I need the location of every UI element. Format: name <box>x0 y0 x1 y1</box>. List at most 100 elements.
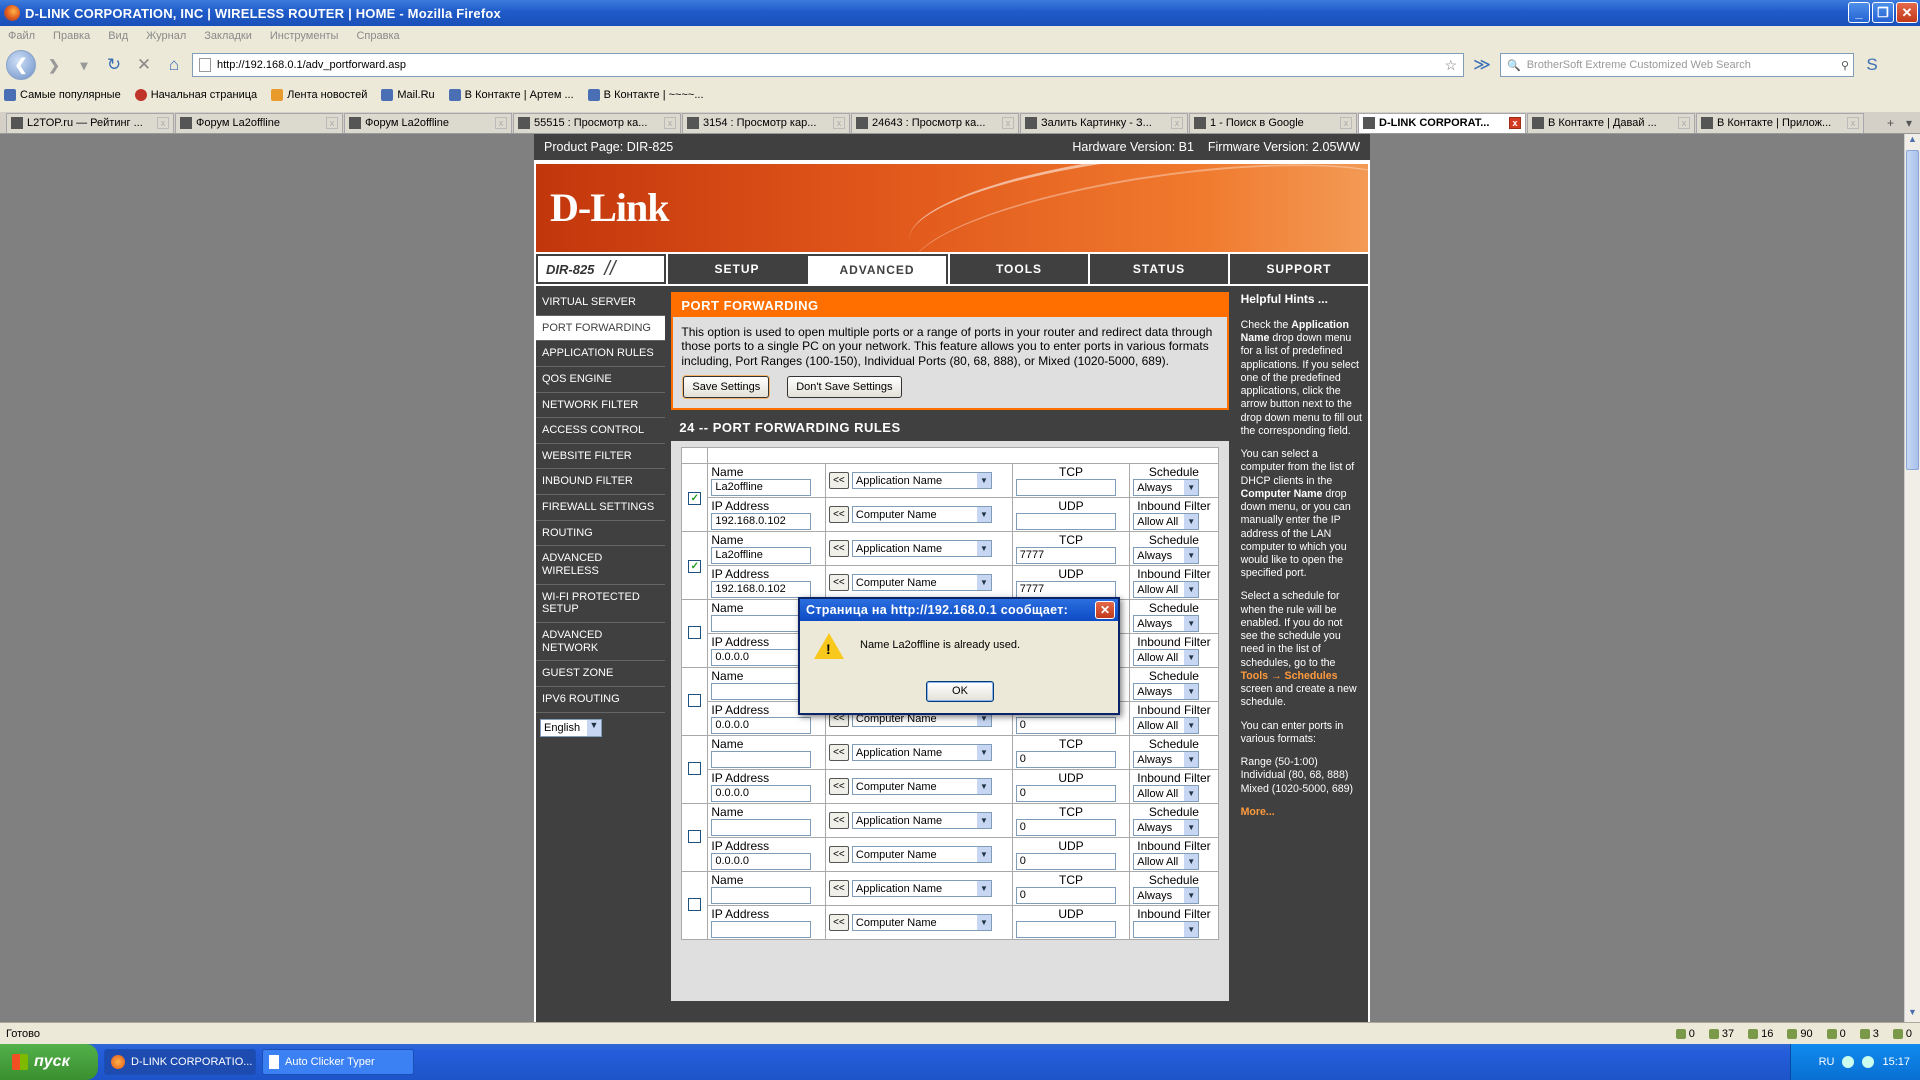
ip-address-input[interactable] <box>711 921 812 939</box>
history-dropdown-icon[interactable]: ▾ <box>72 53 96 77</box>
inbound-filter-select[interactable]: Allow All ▼ <box>1133 581 1200 599</box>
dialog-close-button[interactable]: ✕ <box>1095 601 1115 619</box>
schedule-select[interactable]: Always ▼ <box>1133 683 1200 701</box>
inbound-filter-select[interactable]: Allow All ▼ <box>1133 785 1200 803</box>
rule-enable-checkbox[interactable]: ✓ <box>688 560 702 574</box>
rule-enable-checkbox[interactable] <box>688 625 702 639</box>
fill-arrow-button[interactable]: << <box>828 812 849 830</box>
maximize-button[interactable]: ❐ <box>1872 2 1894 23</box>
tcp-ports-input[interactable]: 0 <box>1015 887 1116 905</box>
scroll-thumb[interactable] <box>1906 150 1919 470</box>
browser-tab[interactable]: L2TOP.ru — Рейтинг ... x <box>6 112 174 133</box>
menu-tools[interactable]: Инструменты <box>270 30 339 42</box>
bookmark-item[interactable]: Лента новостей <box>271 89 367 101</box>
sidebar-item-inbound-filter[interactable]: INBOUND FILTER <box>536 469 666 496</box>
tab-tools[interactable]: TOOLS <box>948 254 1088 284</box>
fill-arrow-button[interactable]: << <box>828 574 849 592</box>
addon-icon[interactable]: ≫ <box>1470 53 1494 77</box>
stop-icon[interactable]: ✕ <box>132 53 156 77</box>
schedule-select[interactable]: Always ▼ <box>1133 819 1200 837</box>
sidebar-item-wifi-protected-setup[interactable]: WI-FI PROTECTED SETUP <box>536 585 666 623</box>
tab-close-icon[interactable]: x <box>1678 117 1690 129</box>
sidebar-item-firewall-settings[interactable]: FIREWALL SETTINGS <box>536 495 666 521</box>
rule-enable-checkbox[interactable] <box>688 693 702 707</box>
rule-name-input[interactable] <box>711 887 812 905</box>
ok-button[interactable]: OK <box>926 681 994 702</box>
skype-icon[interactable]: S <box>1860 53 1884 77</box>
sidebar-item-website-filter[interactable]: WEBSITE FILTER <box>536 444 666 470</box>
inbound-filter-select[interactable]: ▼ <box>1133 921 1200 939</box>
browser-tab[interactable]: Форум La2offline x <box>344 112 512 133</box>
url-bar[interactable]: http://192.168.0.1/adv_portforward.asp ☆ <box>192 53 1464 77</box>
more-link[interactable]: More... <box>1241 806 1275 818</box>
rule-name-input[interactable] <box>711 683 812 701</box>
sidebar-item-port-forwarding[interactable]: PORT FORWARDING <box>536 315 666 342</box>
sidebar-item-advanced-wireless[interactable]: ADVANCED WIRELESS <box>536 546 666 585</box>
udp-ports-input[interactable]: 0 <box>1015 717 1116 735</box>
sidebar-item-qos-engine[interactable]: QOS ENGINE <box>536 367 666 393</box>
fill-arrow-button[interactable]: << <box>828 472 849 490</box>
sidebar-item-routing[interactable]: ROUTING <box>536 521 666 547</box>
ip-address-input[interactable]: 192.168.0.102 <box>711 581 812 599</box>
menu-file[interactable]: Файл <box>8 30 35 42</box>
bookmark-item[interactable]: В Контакте | Артем ... <box>448 89 574 101</box>
computer-name-select[interactable]: Computer Name▼ <box>851 506 992 524</box>
vertical-scrollbar[interactable]: ▲ ▼ <box>1904 134 1920 1022</box>
schedule-select[interactable]: Always ▼ <box>1133 887 1200 905</box>
sidebar-item-advanced-network[interactable]: ADVANCED NETWORK <box>536 623 666 662</box>
browser-tab[interactable]: 1 - Поиск в Google x <box>1189 112 1357 133</box>
fill-arrow-button[interactable]: << <box>828 914 849 932</box>
new-tab-icon[interactable]: + <box>1887 116 1894 130</box>
computer-name-select[interactable]: Computer Name▼ <box>851 914 992 932</box>
sidebar-item-access-control[interactable]: ACCESS CONTROL <box>536 418 666 444</box>
computer-name-select[interactable]: Computer Name▼ <box>851 574 992 592</box>
browser-tab[interactable]: 55515 : Просмотр ка... x <box>513 112 681 133</box>
tcp-ports-input[interactable]: 0 <box>1015 819 1116 837</box>
tab-close-icon[interactable]: x <box>326 117 338 129</box>
udp-ports-input[interactable]: 7777 <box>1015 581 1116 599</box>
application-name-select[interactable]: Application Name▼ <box>851 880 992 898</box>
browser-tab[interactable]: Залить Картинку - З... x <box>1020 112 1188 133</box>
ip-address-input[interactable]: 0.0.0.0 <box>711 649 812 667</box>
ip-address-input[interactable]: 0.0.0.0 <box>711 717 812 735</box>
inbound-filter-select[interactable]: Allow All ▼ <box>1133 853 1200 871</box>
udp-ports-input[interactable]: 0 <box>1015 785 1116 803</box>
bookmark-item[interactable]: Самые популярные <box>4 89 121 101</box>
fill-arrow-button[interactable]: << <box>828 880 849 898</box>
fill-arrow-button[interactable]: << <box>828 778 849 796</box>
start-button[interactable]: пуск <box>0 1044 98 1080</box>
browser-tab[interactable]: 3154 : Просмотр кар... x <box>682 112 850 133</box>
tab-setup[interactable]: SETUP <box>666 254 806 284</box>
schedule-select[interactable]: Always ▼ <box>1133 479 1200 497</box>
search-input[interactable]: 🔍 BrotherSoft Extreme Customized Web Sea… <box>1500 53 1854 77</box>
schedule-select[interactable]: Always ▼ <box>1133 751 1200 769</box>
tab-close-icon[interactable]: x <box>1002 117 1014 129</box>
reload-icon[interactable]: ↻ <box>102 53 126 77</box>
fill-arrow-button[interactable]: << <box>828 846 849 864</box>
tab-close-icon[interactable]: x <box>157 117 169 129</box>
tab-advanced[interactable]: ADVANCED <box>806 254 948 284</box>
tab-close-icon[interactable]: x <box>1340 117 1352 129</box>
scroll-up-icon[interactable]: ▲ <box>1905 134 1920 149</box>
browser-tab[interactable]: В Контакте | Давай ... x <box>1527 112 1695 133</box>
search-engine-icon[interactable]: 🔍 <box>1507 59 1521 72</box>
rule-enable-checkbox[interactable] <box>688 829 702 843</box>
browser-tab[interactable]: Форум La2offline x <box>175 112 343 133</box>
menu-edit[interactable]: Правка <box>53 30 90 42</box>
tray-icon[interactable] <box>1842 1056 1855 1068</box>
bookmark-star-icon[interactable]: ☆ <box>1444 57 1457 74</box>
rule-name-input[interactable] <box>711 615 812 633</box>
application-name-select[interactable]: Application Name▼ <box>851 472 992 490</box>
close-window-button[interactable]: ✕ <box>1896 2 1918 23</box>
scroll-down-icon[interactable]: ▼ <box>1905 1007 1920 1022</box>
inbound-filter-select[interactable]: Allow All ▼ <box>1133 717 1200 735</box>
ip-address-input[interactable]: 192.168.0.102 <box>711 513 812 531</box>
fill-arrow-button[interactable]: << <box>828 744 849 762</box>
language-select[interactable]: English ▼ <box>540 718 602 737</box>
inbound-filter-select[interactable]: Allow All ▼ <box>1133 513 1200 531</box>
tray-icon[interactable] <box>1862 1056 1875 1068</box>
rule-name-input[interactable] <box>711 751 812 769</box>
ip-address-input[interactable]: 0.0.0.0 <box>711 853 812 871</box>
menu-help[interactable]: Справка <box>356 30 399 42</box>
fill-arrow-button[interactable]: << <box>828 506 849 524</box>
